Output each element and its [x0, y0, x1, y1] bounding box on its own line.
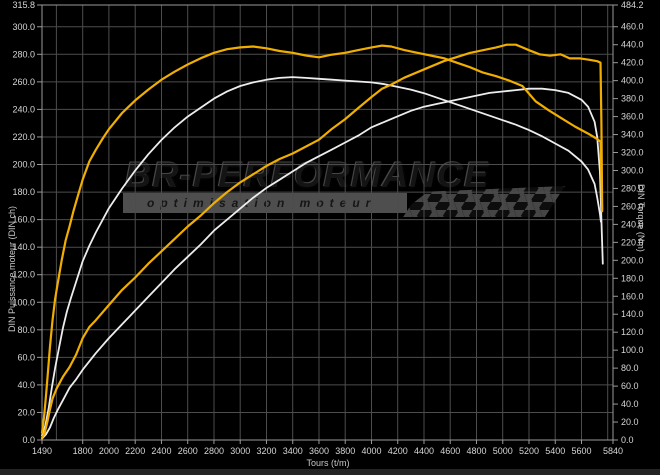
x-tick-label: 4600: [440, 446, 460, 456]
x-tick-label: 5400: [545, 446, 565, 456]
right-tick-label: 360.0: [621, 112, 644, 122]
right-tick-label: 180.0: [621, 273, 644, 283]
curve-power-tuned: [42, 45, 602, 438]
left-tick-label: 0.0: [22, 435, 35, 445]
axis-ticks: [37, 5, 618, 444]
curve-power-stock: [42, 89, 603, 439]
right-tick-label: 400.0: [621, 76, 644, 86]
right-tick-label: 80.0: [621, 363, 639, 373]
dyno-chart-window: BR-PERFORMANCE optimisation moteur 315.8…: [0, 0, 660, 475]
left-tick-label: 20.0: [17, 407, 35, 417]
x-tick-label: 5600: [571, 446, 591, 456]
x-tick-label: 2400: [151, 446, 171, 456]
left-tick-label: 300.0: [12, 22, 35, 32]
x-tick-label: 1490: [32, 446, 52, 456]
left-tick-label: 180.0: [12, 187, 35, 197]
right-tick-label: 140.0: [621, 309, 644, 319]
plot-border: [42, 5, 613, 440]
x-tick-label: 2600: [178, 446, 198, 456]
left-tick-label: 315.8: [12, 0, 35, 10]
right-tick-label: 484.2: [621, 0, 644, 10]
grid-lines: [42, 5, 613, 440]
right-tick-label: 40.0: [621, 399, 639, 409]
right-tick-label: 380.0: [621, 94, 644, 104]
x-tick-label: 1800: [73, 446, 93, 456]
x-tick-label: 2800: [204, 446, 224, 456]
right-tick-label: 0.0: [621, 435, 634, 445]
bottom-window-strip: [0, 469, 660, 475]
left-tick-label: 260.0: [12, 77, 35, 87]
right-tick-label: 320.0: [621, 148, 644, 158]
x-tick-label: 2000: [99, 446, 119, 456]
left-axis-title: DIN Puissance moteur (DIN ch): [7, 206, 17, 332]
right-tick-label: 340.0: [621, 130, 644, 140]
right-tick-label: 20.0: [621, 417, 639, 427]
axis-tick-labels: 315.8 300.0 280.0 260.0 240.0 220.0 200.0 180.0…: [12, 0, 643, 456]
curve-torque-stock: [42, 77, 601, 435]
x-tick-label: 5200: [519, 446, 539, 456]
x-tick-label: 3200: [256, 446, 276, 456]
x-tick-label: 2200: [125, 446, 145, 456]
left-tick-label: 280.0: [12, 49, 35, 59]
right-tick-label: 160.0: [621, 291, 644, 301]
dyno-chart-plot: 315.8 300.0 280.0 260.0 240.0 220.0 200.0 180.0…: [0, 0, 660, 475]
left-tick-label: 80.0: [17, 325, 35, 335]
right-tick-label: 420.0: [621, 58, 644, 68]
curves: [42, 45, 603, 439]
right-tick-label: 440.0: [621, 40, 644, 50]
x-tick-label: 4800: [466, 446, 486, 456]
x-tick-label: 4400: [414, 446, 434, 456]
left-tick-label: 200.0: [12, 160, 35, 170]
curve-torque-tuned: [42, 46, 602, 433]
right-tick-label: 300.0: [621, 165, 644, 175]
right-axis-title: DIN Torque (Nm): [636, 184, 646, 252]
x-tick-label: 3400: [283, 446, 303, 456]
x-tick-label: 3600: [309, 446, 329, 456]
x-tick-label: 5000: [493, 446, 513, 456]
right-tick-label: 120.0: [621, 327, 644, 337]
x-tick-label: 5840: [603, 446, 623, 456]
x-tick-label: 4000: [361, 446, 381, 456]
right-tick-label: 460.0: [621, 22, 644, 32]
left-tick-label: 220.0: [12, 132, 35, 142]
x-tick-label: 4200: [388, 446, 408, 456]
right-tick-label: 200.0: [621, 255, 644, 265]
left-tick-label: 60.0: [17, 352, 35, 362]
x-tick-label: 3800: [335, 446, 355, 456]
left-tick-label: 240.0: [12, 104, 35, 114]
x-tick-label: 3000: [230, 446, 250, 456]
x-axis-title: Tours (t/m): [0, 458, 656, 468]
right-tick-label: 100.0: [621, 345, 644, 355]
right-tick-label: 60.0: [621, 381, 639, 391]
left-tick-label: 40.0: [17, 380, 35, 390]
